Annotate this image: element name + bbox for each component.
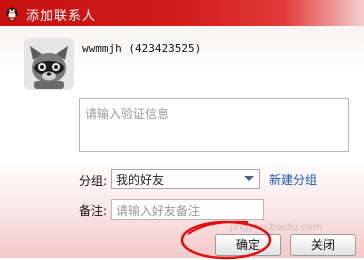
close-button[interactable]: 关闭 [290,234,356,256]
add-contact-dialog: 添加联系人 wwmmjh (423423525) 请输入验证信息 分组: 我的好… [0,0,364,260]
title-bar[interactable]: 添加联系人 [0,0,364,26]
chevron-down-icon[interactable] [244,176,254,181]
qq-penguin-icon [6,7,18,21]
group-label: 分组: [79,174,108,188]
window-title: 添加联系人 [26,9,97,24]
new-group-link[interactable]: 新建分组 [269,171,317,188]
verify-placeholder: 请输入验证信息 [85,107,170,121]
remark-label: 备注: [79,204,108,218]
group-select[interactable]: 我的好友 [111,169,260,189]
annotation-circle [180,220,272,260]
contact-id: wwmmjh (423423525) [82,42,202,55]
group-selected-value: 我的好友 [116,173,165,187]
verify-message-input[interactable]: 请输入验证信息 [79,98,349,152]
raccoon-avatar [24,38,74,90]
